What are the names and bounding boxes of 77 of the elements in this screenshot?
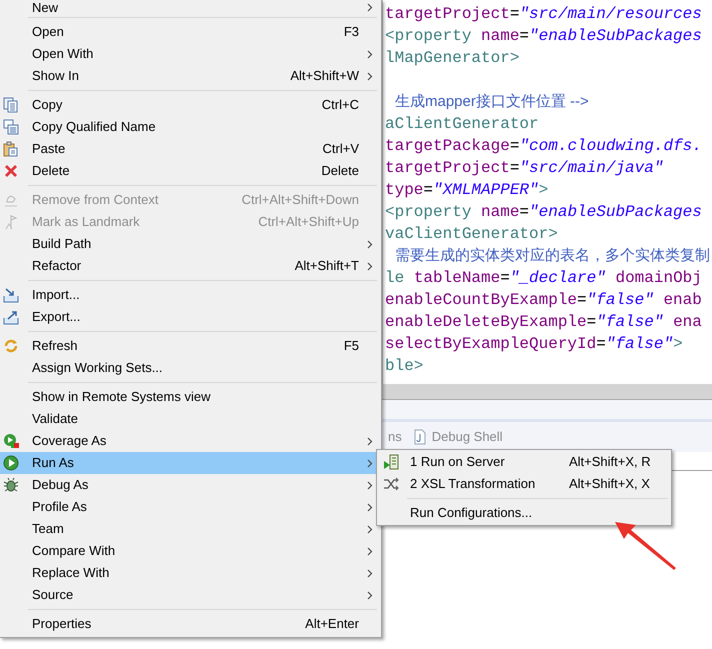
menu-item[interactable]: Replace With	[0, 562, 381, 584]
code-line: <property name="enableSubPackages	[385, 26, 703, 47]
shortcut-text: Alt+Shift+W	[290, 67, 359, 86]
chevron-right-icon	[367, 240, 373, 248]
paste-icon	[3, 141, 19, 157]
menu-item[interactable]: Open F3	[0, 21, 381, 43]
code-line: enableDeleteByExample="false" ena	[385, 312, 703, 333]
code-comment: 需要生成的实体类对应的表名，多个实体类复制	[394, 246, 711, 266]
chevron-right-icon	[367, 480, 373, 490]
chevron-right-icon	[367, 502, 373, 512]
code-line: aClientGenerator	[385, 114, 540, 135]
chevron-right-icon	[367, 458, 373, 468]
menu-item[interactable]: Validate	[0, 408, 381, 430]
refresh-icon	[3, 338, 19, 354]
landmark-icon	[3, 214, 19, 230]
shortcut-text: Delete	[321, 162, 359, 180]
shortcut-text: Ctrl+V	[322, 140, 359, 158]
menu-item[interactable]: New	[0, 0, 381, 14]
shuffle-icon	[383, 476, 399, 492]
chevron-right-icon	[367, 568, 373, 578]
shortcut-text: F3	[344, 23, 359, 42]
menu-item[interactable]: Open With	[0, 43, 381, 65]
chevron-right-icon	[367, 2, 373, 12]
server-icon	[383, 454, 399, 470]
bug-icon	[3, 477, 19, 493]
chevron-right-icon	[367, 50, 373, 58]
shortcut-text: Alt+Enter	[305, 615, 359, 634]
code-line: targetPackage="com.cloudwing.dfs.	[385, 136, 703, 157]
coverage-icon	[3, 433, 19, 449]
delete-icon	[3, 163, 19, 179]
copy-icon	[3, 119, 19, 135]
shortcut-text: Ctrl+C	[322, 96, 359, 114]
code-line: targetProject="src/main/resources	[385, 4, 703, 25]
chevron-right-icon	[367, 546, 373, 556]
menu-item[interactable]: Show in Remote Systems view	[0, 386, 381, 408]
menu-item[interactable]: Show In Alt+Shift+W	[0, 65, 381, 87]
code-line: enableCountByExample="false" enab	[385, 290, 703, 311]
copy-icon	[3, 97, 19, 113]
shortcut-text: Ctrl+Alt+Shift+Up	[258, 213, 359, 232]
chevron-right-icon	[367, 524, 373, 534]
code-line: lMapGenerator>	[385, 48, 520, 69]
code-line: ble>	[385, 356, 424, 377]
code-line: <property name="enableSubPackages	[385, 202, 703, 223]
shortcut-text: Ctrl+Alt+Shift+Down	[242, 191, 359, 210]
menu-item[interactable]: Properties Alt+Enter	[0, 613, 381, 635]
menu-item[interactable]: Refactor Alt+Shift+T	[0, 255, 381, 277]
menu-item[interactable]: Source	[0, 584, 381, 606]
import-icon	[3, 287, 19, 303]
chevron-right-icon	[367, 72, 373, 80]
menu-item[interactable]: Copy Qualified Name	[0, 116, 381, 138]
code-comment: 生成mapper接口文件位置 -->	[394, 92, 590, 112]
shortcut-text: Alt+Shift+X, X	[569, 475, 650, 494]
menu-item[interactable]: Compare With	[0, 540, 381, 562]
menu-item[interactable]: Assign Working Sets...	[0, 357, 381, 379]
code-line: vaClientGenerator>	[385, 224, 559, 245]
menu-item[interactable]: Copy Ctrl+C	[0, 94, 381, 116]
export-icon	[3, 309, 19, 325]
code-line: type="XMLMAPPER">	[385, 180, 550, 201]
shortcut-text: Alt+Shift+X, R	[569, 453, 651, 472]
chevron-right-icon	[367, 436, 373, 446]
menu-item[interactable]: Refresh F5	[0, 335, 381, 357]
chevron-right-icon	[367, 262, 373, 270]
menu-item[interactable]: Paste Ctrl+V	[0, 138, 381, 160]
code-line: selectByExampleQueryId="false">	[385, 334, 684, 355]
menu-item[interactable]: Import...	[0, 284, 381, 306]
document-icon	[412, 429, 428, 445]
menu-item[interactable]: Export...	[0, 306, 381, 328]
chevron-right-icon	[367, 590, 373, 600]
menu-item[interactable]: Delete Delete	[0, 160, 381, 182]
code-line: targetProject="src/main/java"	[385, 158, 664, 179]
menu-item[interactable]: Build Path	[0, 233, 381, 255]
shortcut-text: Alt+Shift+T	[294, 257, 359, 276]
annotation-arrow	[612, 519, 678, 571]
run-icon	[3, 455, 19, 471]
code-line: le tableName="_declare" domainObj	[385, 268, 703, 289]
shortcut-text: F5	[344, 337, 359, 356]
menu-item[interactable]: Coverage As	[0, 430, 381, 452]
